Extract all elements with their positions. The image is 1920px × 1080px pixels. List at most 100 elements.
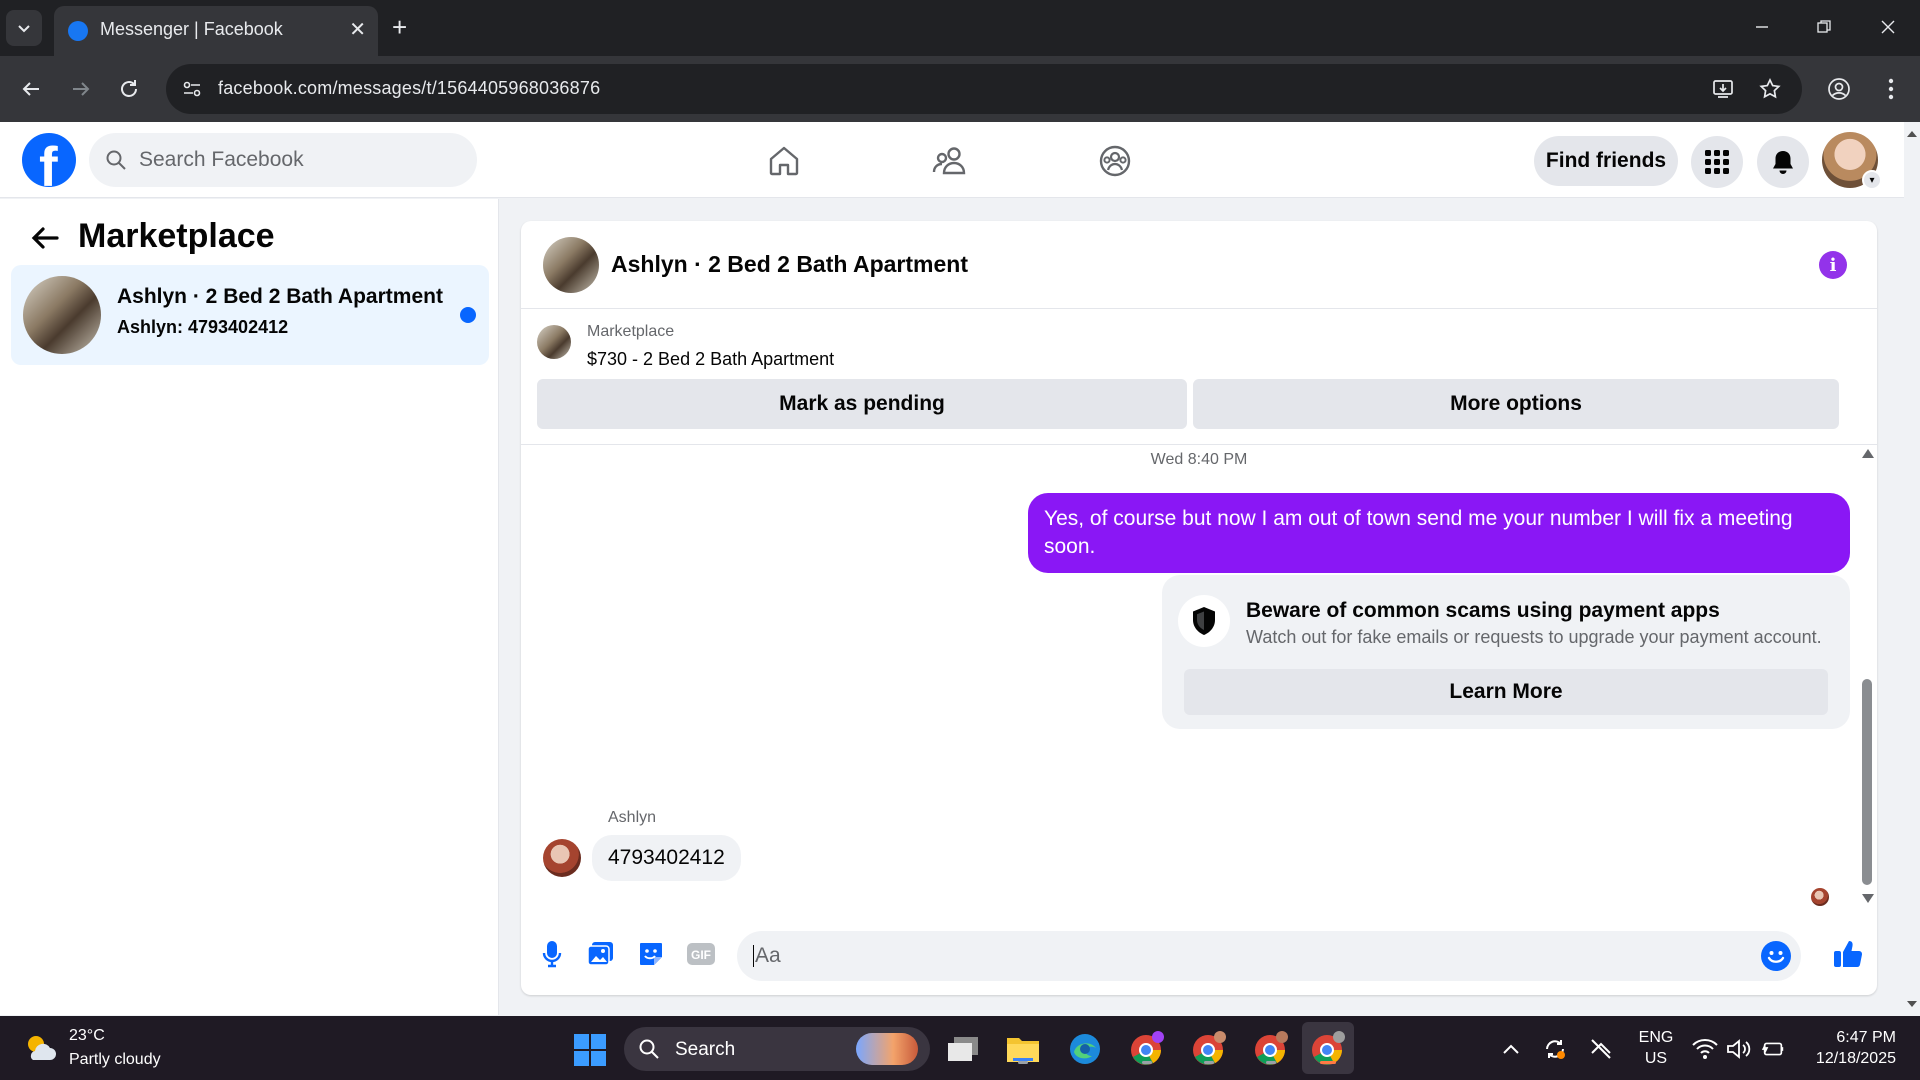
forward-button[interactable] xyxy=(64,72,98,106)
weather-description[interactable]: Partly cloudy xyxy=(69,1051,161,1069)
gif-button[interactable]: GIF xyxy=(686,939,716,969)
microphone-icon xyxy=(542,941,562,968)
file-explorer-icon[interactable] xyxy=(1004,1030,1042,1068)
chevron-down-icon: ▾ xyxy=(1862,170,1882,190)
url-text: facebook.com/messages/t/1564405968036876 xyxy=(218,78,601,98)
location-off-icon[interactable] xyxy=(1588,1036,1614,1062)
scam-warning-card: Beware of common scams using payment app… xyxy=(1162,575,1850,729)
outgoing-message[interactable]: Yes, of course but now I am out of town … xyxy=(1028,493,1850,573)
chat-avatar[interactable] xyxy=(543,237,599,293)
running-indicator xyxy=(1266,1061,1276,1064)
mark-as-pending-button[interactable]: Mark as pending xyxy=(537,379,1187,429)
facebook-f-icon: f xyxy=(39,135,58,188)
search-placeholder: Search Facebook xyxy=(139,148,304,171)
page-scroll-up-icon[interactable] xyxy=(1904,126,1920,142)
account-circle-icon xyxy=(1828,78,1850,100)
close-window-button[interactable] xyxy=(1868,12,1908,42)
windows-taskbar: 23°C Partly cloudy Search ENG US 6:47 PM… xyxy=(0,1016,1920,1080)
show-hidden-icons-chevron-up-icon[interactable] xyxy=(1498,1036,1524,1062)
browser-menu-button[interactable] xyxy=(1874,72,1908,106)
reload-button[interactable] xyxy=(112,72,146,106)
battery-charging-icon[interactable] xyxy=(1760,1036,1786,1062)
partly-cloudy-icon[interactable] xyxy=(22,1030,58,1066)
message-timestamp: Wed 8:40 PM xyxy=(1150,451,1248,468)
account-avatar[interactable]: ▾ xyxy=(1822,132,1882,190)
search-icon xyxy=(106,150,126,170)
task-view-icon[interactable] xyxy=(944,1030,982,1068)
address-bar[interactable]: facebook.com/messages/t/1564405968036876 xyxy=(166,64,1802,114)
browser-tab-active[interactable]: Messenger | Facebook ✕ xyxy=(54,6,378,56)
more-options-button[interactable]: More options xyxy=(1193,379,1839,429)
page-scroll-down-icon[interactable] xyxy=(1904,996,1920,1012)
restore-icon xyxy=(1817,20,1831,33)
conversation-info-icon[interactable]: i xyxy=(1819,251,1847,279)
windows-start-icon[interactable] xyxy=(574,1034,606,1066)
language-code: ENG xyxy=(1638,1029,1674,1046)
home-tab[interactable] xyxy=(761,138,807,184)
search-highlight-image xyxy=(856,1033,918,1065)
region-code: US xyxy=(1644,1050,1668,1067)
input-language[interactable]: ENG US xyxy=(1636,1027,1676,1069)
tab-close-icon[interactable]: ✕ xyxy=(349,18,366,42)
arrow-right-icon xyxy=(73,82,90,96)
home-icon xyxy=(769,146,799,176)
arrow-left-icon xyxy=(31,227,59,249)
taskbar-search-box[interactable]: Search xyxy=(624,1027,930,1071)
find-friends-button[interactable]: Find friends xyxy=(1534,136,1678,186)
tab-search-button[interactable] xyxy=(6,10,42,46)
shield-icon xyxy=(1178,595,1230,647)
back-button[interactable] xyxy=(14,72,48,106)
chat-header: Ashlyn · 2 Bed 2 Bath Apartment i xyxy=(521,221,1877,309)
new-tab-button[interactable]: + xyxy=(392,12,407,42)
back-arrow-button[interactable] xyxy=(28,221,62,255)
bookmark-star-icon[interactable] xyxy=(1758,77,1782,101)
chrome-profile-m-icon[interactable] xyxy=(1128,1030,1166,1068)
chrome-profile-2-icon[interactable] xyxy=(1190,1030,1228,1068)
message-scrollbar[interactable] xyxy=(1862,679,1872,885)
message-scroll-down-icon[interactable] xyxy=(1861,893,1875,905)
listing-thumbnail[interactable] xyxy=(537,325,571,359)
profile-button[interactable] xyxy=(1822,72,1856,106)
notifications-button[interactable] xyxy=(1757,136,1809,188)
sticker-button[interactable] xyxy=(636,939,666,969)
incoming-message[interactable]: 4793402412 xyxy=(592,835,741,881)
wifi-icon[interactable] xyxy=(1692,1036,1718,1062)
conversation-item[interactable]: Ashlyn · 2 Bed 2 Bath Apartment Ashlyn: … xyxy=(11,265,489,365)
learn-more-button[interactable]: Learn More xyxy=(1184,669,1828,715)
menu-button[interactable] xyxy=(1691,136,1743,188)
restore-button[interactable] xyxy=(1804,12,1844,42)
listing-title[interactable]: $730 - 2 Bed 2 Bath Apartment xyxy=(587,349,834,370)
site-settings-icon[interactable] xyxy=(182,79,202,99)
edge-icon[interactable] xyxy=(1066,1030,1104,1068)
minimize-icon xyxy=(1756,26,1768,28)
facebook-logo[interactable]: f xyxy=(22,133,76,187)
system-clock[interactable]: 6:47 PM 12/18/2025 xyxy=(1806,1027,1896,1069)
unread-indicator xyxy=(460,307,476,323)
emoji-button[interactable] xyxy=(1761,941,1791,971)
clock-time: 6:47 PM xyxy=(1836,1029,1896,1046)
message-scroll-up-icon[interactable] xyxy=(1861,447,1875,459)
install-app-icon[interactable] xyxy=(1712,78,1734,100)
conversation-title: Ashlyn · 2 Bed 2 Bath Apartment xyxy=(117,285,443,308)
minimize-button[interactable] xyxy=(1742,12,1782,42)
listing-banner: Marketplace $730 - 2 Bed 2 Bath Apartmen… xyxy=(521,309,1877,445)
voice-clip-button[interactable] xyxy=(537,939,567,969)
message-input[interactable]: Aa xyxy=(737,931,1801,981)
chrome-profile-4-icon[interactable] xyxy=(1309,1030,1347,1068)
like-button[interactable] xyxy=(1833,939,1863,969)
weather-temperature[interactable]: 23°C xyxy=(69,1027,105,1045)
active-indicator xyxy=(1320,1061,1336,1064)
friends-tab[interactable] xyxy=(927,138,973,184)
conversation-preview: Ashlyn: 4793402412 xyxy=(117,317,289,337)
volume-icon[interactable] xyxy=(1726,1036,1752,1062)
sync-icon[interactable] xyxy=(1542,1036,1568,1062)
search-icon xyxy=(639,1039,659,1059)
chat-title[interactable]: Ashlyn · 2 Bed 2 Bath Apartment xyxy=(611,251,968,278)
attach-media-button[interactable] xyxy=(586,939,616,969)
search-facebook-input[interactable]: Search Facebook xyxy=(89,133,477,187)
chrome-profile-3-icon[interactable] xyxy=(1252,1030,1290,1068)
sender-avatar[interactable] xyxy=(543,839,581,877)
gif-label: GIF xyxy=(691,948,711,962)
groups-tab[interactable] xyxy=(1092,138,1138,184)
arrow-left-icon xyxy=(22,82,39,96)
